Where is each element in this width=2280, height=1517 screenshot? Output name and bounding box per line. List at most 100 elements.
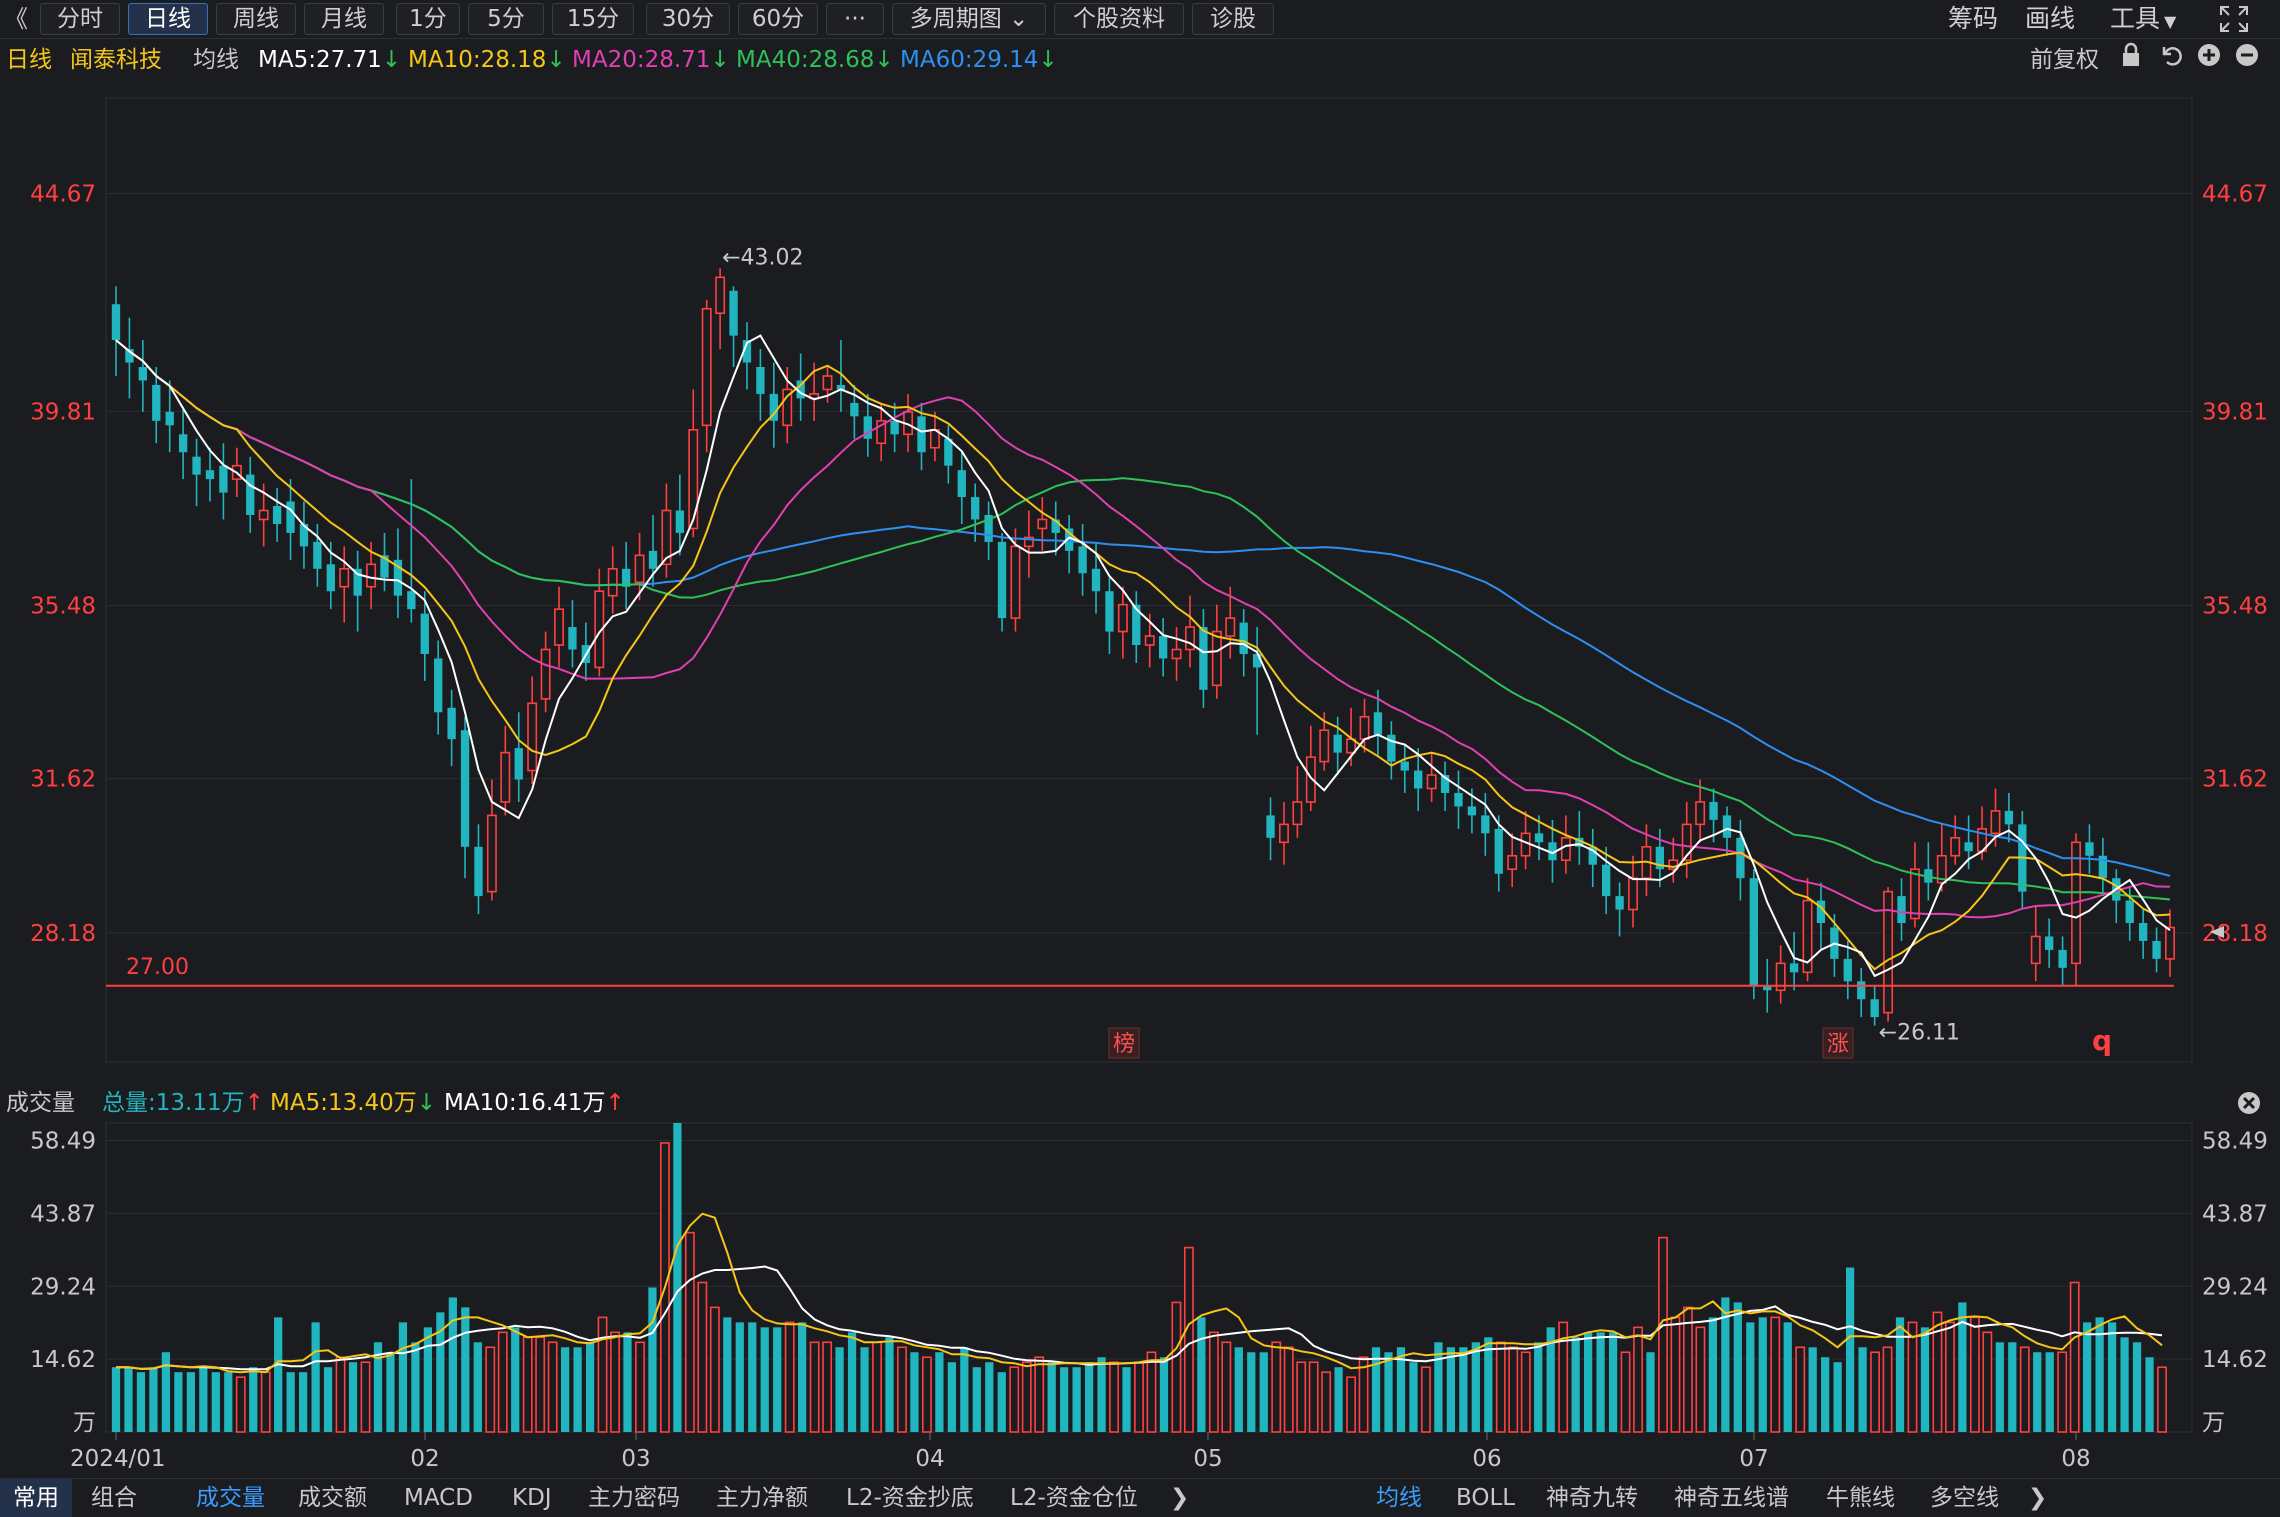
volume-bar [885, 1337, 894, 1432]
volume-bar [1446, 1347, 1456, 1432]
draw-button[interactable]: 画线 [2025, 2, 2075, 36]
tab-9[interactable]: ··· [826, 3, 884, 35]
lock-icon[interactable] [2120, 42, 2142, 79]
indicator-tab-1[interactable]: 成交额 [298, 1479, 367, 1517]
candle-body [1736, 837, 1745, 879]
tab-1[interactable]: 日线 [128, 3, 208, 35]
indicator-tab-3[interactable]: KDJ [512, 1479, 552, 1517]
chip-button[interactable]: 筹码 [1948, 2, 1998, 36]
tab-4[interactable]: 1分 [396, 3, 460, 35]
volume-bar [1708, 1317, 1717, 1432]
candle-body [1990, 810, 2001, 835]
reference-label: 27.00 [126, 955, 189, 980]
candle-body [1749, 878, 1758, 986]
indicator-tab-7[interactable]: L2-资金仓位 [1010, 1479, 1138, 1517]
candle-body [729, 290, 738, 336]
tab-3[interactable]: 月线 [304, 3, 384, 35]
chevron-right-icon[interactable]: ❯ [1170, 1479, 1189, 1517]
overlay-tab-4[interactable]: 牛熊线 [1826, 1479, 1895, 1517]
volume-bar [673, 1123, 682, 1432]
volume-bar [1034, 1356, 1045, 1433]
volume-bar [960, 1347, 969, 1432]
indicator-tab-5[interactable]: 主力净额 [716, 1479, 808, 1517]
ma-label[interactable]: 均线 [193, 42, 239, 78]
ma5-text: MA5:27.71 [258, 47, 382, 73]
fuquan-button[interactable]: 前复权 [2030, 42, 2099, 78]
volume-bar [1695, 1326, 1706, 1433]
tab-8[interactable]: 60分 [738, 3, 818, 35]
volume-bar [1308, 1361, 1319, 1433]
tab-12[interactable]: 诊股 [1192, 3, 1274, 35]
candle-body [568, 627, 577, 650]
overlay-tab-3[interactable]: 神奇五线谱 [1674, 1479, 1789, 1517]
candle-body [1373, 712, 1383, 735]
y-tick-right: 35.48 [2202, 594, 2268, 620]
low-annotation: ←26.11 [1879, 1021, 1960, 1046]
tab-5[interactable]: 5分 [468, 3, 544, 35]
volume-bar [773, 1327, 782, 1432]
indicator-tab-2[interactable]: MACD [404, 1479, 473, 1517]
candle-body [205, 470, 215, 480]
tools-button[interactable]: 工具 ▼ [2110, 2, 2176, 39]
tab-10[interactable]: 多周期图 ⌄ [892, 3, 1046, 35]
volume-bar [985, 1362, 994, 1432]
candle-body [1091, 568, 1101, 592]
volume-chart[interactable]: 58.49 58.49 43.87 43.87 29.24 29.24 14.62 14.62… [0, 1120, 2280, 1478]
candle-body [997, 541, 1007, 619]
volume-bar [286, 1372, 295, 1432]
volume-bar [610, 1331, 620, 1433]
volume-bar [2145, 1357, 2154, 1432]
volume-bar [235, 1376, 246, 1433]
back-icon[interactable]: 《 [4, 2, 28, 36]
candle-body [1117, 603, 1128, 633]
indicator-tab-6[interactable]: L2-资金抄底 [846, 1479, 974, 1517]
tab-2[interactable]: 周线 [216, 3, 296, 35]
ma10-value: MA10:28.18↓ [408, 42, 566, 78]
tab-combo[interactable]: 组合 [78, 1479, 150, 1517]
candle-body [957, 470, 966, 498]
candle-body [1695, 801, 1706, 826]
tab-0[interactable]: 分时 [40, 3, 120, 35]
price-chart[interactable]: 44.67 44.67 39.81 39.81 35.48 35.48 31.62 31.62… [0, 80, 2280, 1064]
tab-7[interactable]: 30分 [646, 3, 730, 35]
zoom-out-icon[interactable] [2234, 42, 2260, 79]
volume-ma10: MA10:16.41万↑ [444, 1085, 625, 1121]
tab-11[interactable]: 个股资料 [1054, 3, 1184, 35]
overlay-tab-5[interactable]: 多空线 [1930, 1479, 1999, 1517]
indicator-tab-4[interactable]: 主力密码 [588, 1479, 680, 1517]
indicator-tab-0[interactable]: 成交量 [196, 1479, 265, 1517]
tab-common[interactable]: 常用 [0, 1479, 72, 1517]
volume-bar [1646, 1352, 1655, 1432]
arrow-down-icon: ↓ [416, 1090, 437, 1116]
zoom-in-icon[interactable] [2196, 42, 2222, 79]
chevron-right-icon[interactable]: ❯ [2028, 1479, 2047, 1517]
fullscreen-icon[interactable] [2218, 4, 2250, 34]
overlay-tab-1[interactable]: BOLL [1456, 1479, 1515, 1517]
candle-body [1789, 963, 1799, 973]
ma20-value: MA20:28.71↓ [572, 42, 730, 78]
volume-bar [2132, 1342, 2142, 1432]
volume-bar [423, 1327, 433, 1432]
overlay-tab-0[interactable]: 均线 [1376, 1479, 1422, 1517]
volume-bar [1833, 1362, 1842, 1432]
candle-body [1225, 617, 1236, 637]
undo-icon[interactable] [2158, 42, 2184, 79]
volume-bar [1670, 1316, 1681, 1433]
plot-frame [105, 97, 2193, 1063]
volume-bar [111, 1367, 121, 1432]
tab-6[interactable]: 15分 [552, 3, 634, 35]
volume-bar [1571, 1337, 1580, 1432]
volume-bar [461, 1307, 470, 1432]
volume-bar [1221, 1341, 1232, 1433]
x-tick-label: 08 [2061, 1446, 2090, 1472]
x-tick-label: 02 [410, 1446, 439, 1472]
candle-body [138, 367, 148, 381]
x-tick-label: 06 [1472, 1446, 1501, 1472]
volume-bar [2120, 1337, 2129, 1432]
volume-tick-left: 43.87 [30, 1201, 96, 1227]
overlay-tab-2[interactable]: 神奇九转 [1546, 1479, 1638, 1517]
volume-bar [1620, 1351, 1631, 1433]
volume-tick-right: 29.24 [2202, 1274, 2268, 1300]
candle-body [1857, 981, 1866, 1000]
candle-body [1319, 729, 1330, 763]
